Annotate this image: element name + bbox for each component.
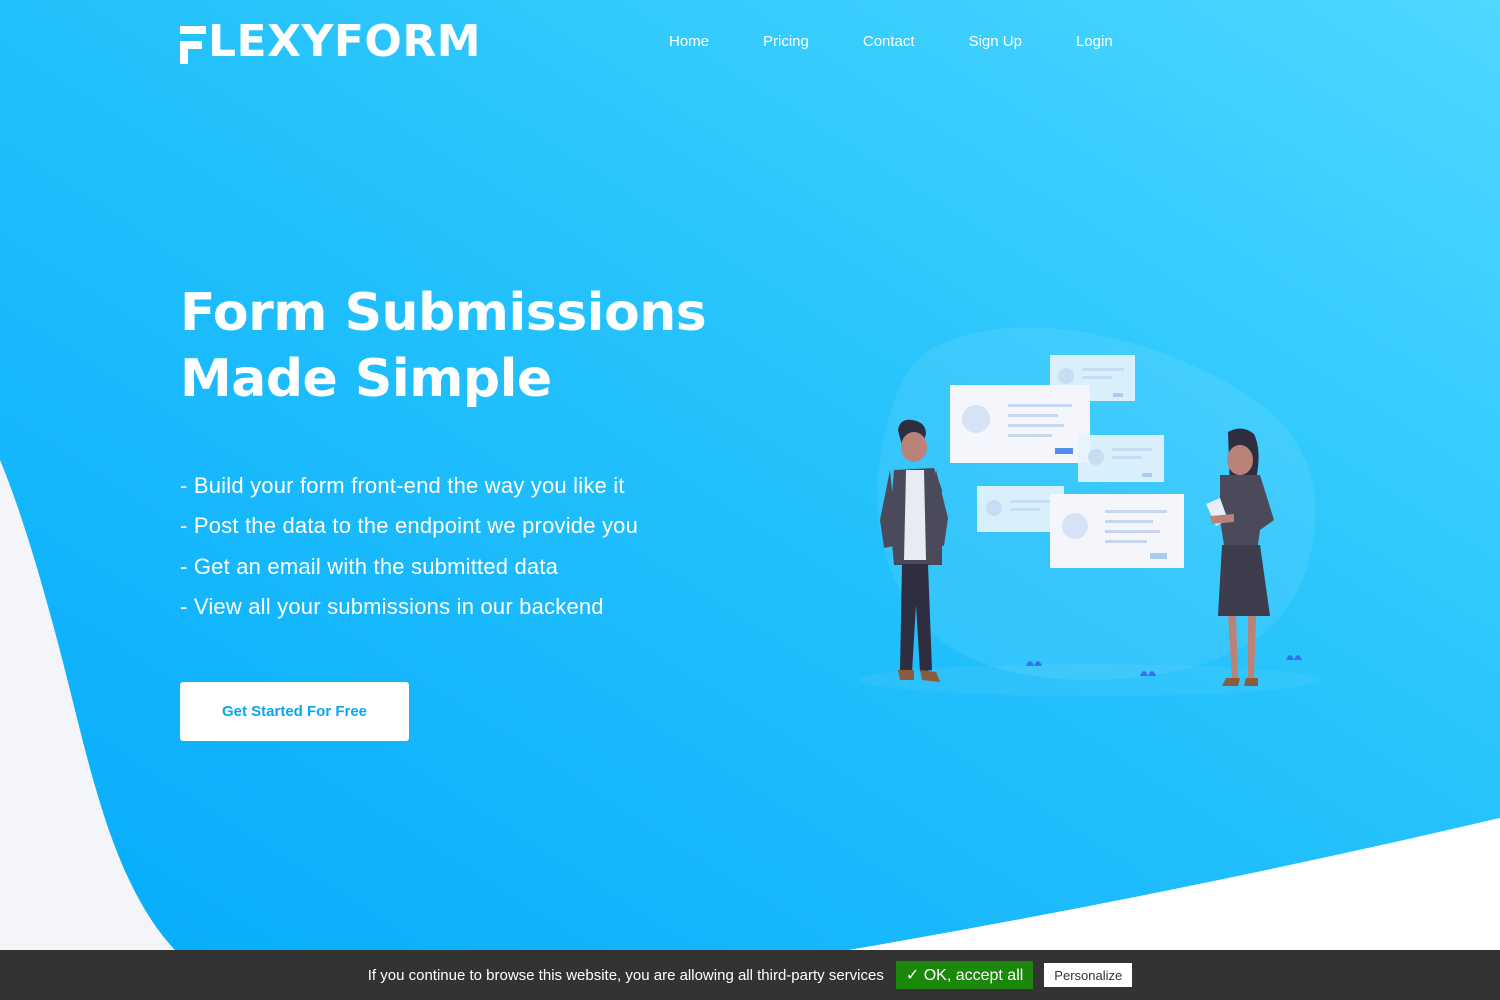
feature-list: - Build your form front-end the way you … <box>180 466 638 627</box>
logo[interactable]: LEXYFORM <box>180 20 481 64</box>
hero-illustration <box>860 327 1320 696</box>
hero-title-line-1: Form Submissions <box>180 283 707 343</box>
hero-title-line-2: Made Simple <box>180 349 552 409</box>
feature-item: - Post the data to the endpoint we provi… <box>180 513 639 539</box>
accept-cookies-button[interactable]: ✓ OK, accept all <box>895 961 1034 989</box>
main-nav: Home Pricing Contact Sign Up Login <box>669 32 1167 52</box>
logo-text: LEXYFORM <box>208 16 482 67</box>
nav-home-link[interactable]: Home <box>669 32 709 52</box>
nav-pricing-link[interactable]: Pricing <box>763 32 809 52</box>
nav-contact-link[interactable]: Contact <box>863 32 915 52</box>
personalize-cookies-button[interactable]: Personalize <box>1044 963 1133 987</box>
nav-login-link[interactable]: Login <box>1076 32 1113 52</box>
feature-item: - View all your submissions in our backe… <box>180 593 604 619</box>
feature-item: - Build your form front-end the way you … <box>180 473 625 498</box>
cookie-message: If you continue to browse this website, … <box>367 966 884 984</box>
form-card <box>1050 494 1184 568</box>
feature-item: - Get an email with the submitted data <box>180 553 559 579</box>
hero-title: Form Submissions Made Simple <box>180 280 800 412</box>
cookie-banner: If you continue to browse this website, … <box>0 950 1500 1000</box>
form-card <box>1078 435 1164 482</box>
nav-signup-link[interactable]: Sign Up <box>969 32 1022 52</box>
form-card <box>950 385 1090 463</box>
get-started-button[interactable]: Get Started For Free <box>180 682 409 741</box>
logo-f-icon <box>180 20 206 64</box>
